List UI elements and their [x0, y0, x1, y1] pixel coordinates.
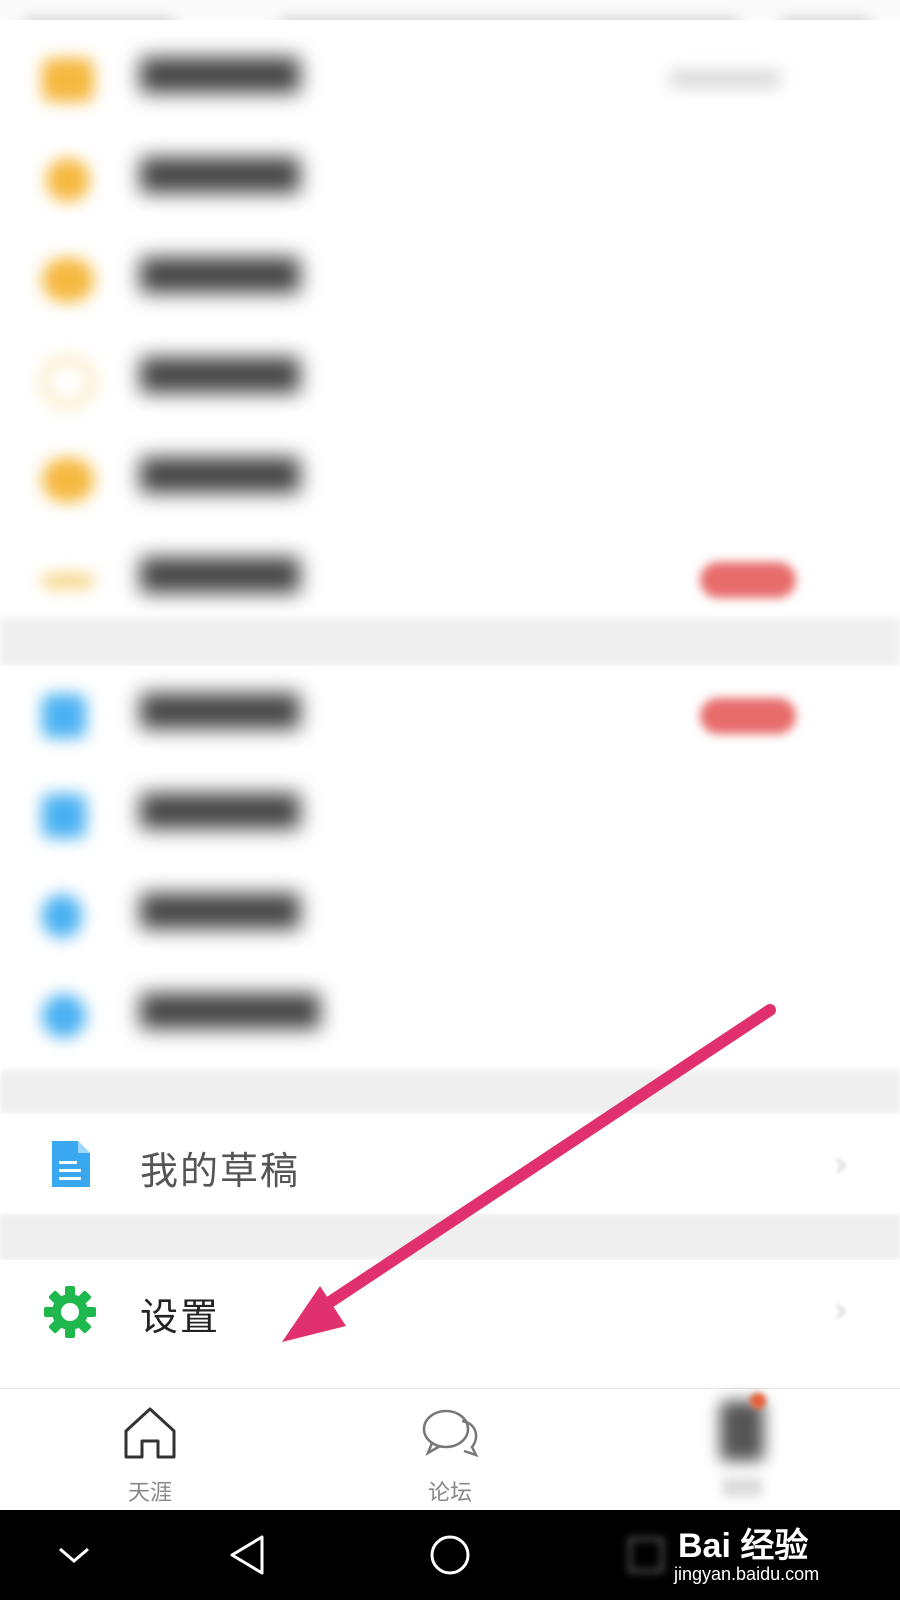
menu-icon	[42, 258, 94, 302]
menu-label	[140, 993, 320, 1029]
baidu-jingyan-watermark: Bai 经验 jingyan.baidu.com	[670, 1512, 870, 1592]
menu-item-blurred-8[interactable]	[0, 766, 900, 866]
tab-forum[interactable]: 论坛	[300, 1389, 600, 1511]
watermark-url: jingyan.baidu.com	[674, 1564, 820, 1584]
menu-label	[140, 457, 300, 493]
menu-item-blurred-2[interactable]	[0, 130, 900, 230]
notification-dot	[750, 1393, 766, 1409]
menu-label	[140, 893, 300, 929]
menu-section-4: 设置 ›	[0, 1260, 900, 1360]
home-circle-icon[interactable]	[420, 1528, 480, 1582]
menu-item-blurred-1[interactable]	[0, 30, 900, 130]
chevron-right-icon: ›	[833, 1290, 848, 1331]
menu-section-1	[0, 20, 900, 610]
menu-icon	[46, 158, 90, 202]
watermark-brand: Bai 经验	[678, 1527, 809, 1565]
tab-tianya[interactable]: 天涯	[0, 1389, 300, 1511]
tab-label: 论坛	[427, 1481, 472, 1506]
menu-icon	[42, 58, 94, 102]
menu-item-blurred-6[interactable]	[0, 530, 900, 630]
menu-value	[670, 70, 780, 88]
menu-icon	[42, 894, 82, 938]
bottom-tab-bar: 天涯 论坛	[0, 1388, 900, 1511]
menu-icon	[42, 994, 86, 1038]
menu-label	[140, 557, 300, 593]
profile-avatar	[720, 1401, 764, 1461]
menu-item-blurred-10[interactable]	[0, 966, 900, 1066]
menu-label	[140, 157, 300, 193]
menu-label	[140, 257, 300, 293]
document-icon	[46, 1138, 94, 1190]
menu-item-my-drafts[interactable]: 我的草稿 ›	[0, 1114, 900, 1214]
section-divider	[0, 1070, 900, 1114]
menu-item-blurred-7[interactable]	[0, 666, 900, 766]
menu-icon	[42, 458, 94, 502]
section-divider	[0, 618, 900, 666]
tab-label: 天涯	[127, 1481, 172, 1506]
menu-section-3: 我的草稿 ›	[0, 1114, 900, 1214]
menu-item-blurred-3[interactable]	[0, 230, 900, 330]
gear-icon	[42, 1284, 98, 1340]
new-badge	[700, 562, 796, 598]
menu-item-blurred-9[interactable]	[0, 866, 900, 966]
menu-label	[140, 57, 300, 93]
menu-icon	[42, 694, 86, 738]
menu-label	[140, 357, 300, 393]
menu-icon	[42, 358, 94, 406]
home-icon	[118, 1403, 182, 1463]
menu-icon	[42, 794, 86, 838]
menu-item-settings[interactable]: 设置 ›	[0, 1260, 900, 1360]
menu-section-2	[0, 666, 900, 1066]
tab-profile[interactable]	[600, 1389, 900, 1511]
chevron-right-icon: ›	[833, 1144, 848, 1185]
chevron-down-icon[interactable]	[44, 1528, 104, 1582]
menu-label	[140, 693, 300, 729]
menu-label: 设置	[140, 1295, 221, 1339]
menu-label	[140, 793, 300, 829]
menu-item-blurred-5[interactable]	[0, 430, 900, 530]
menu-icon	[42, 574, 94, 588]
menu-item-blurred-4[interactable]	[0, 330, 900, 430]
menu-label: 我的草稿	[140, 1149, 301, 1193]
back-triangle-icon[interactable]	[218, 1528, 278, 1582]
tab-label	[722, 1477, 762, 1497]
recents-square-icon[interactable]	[616, 1528, 676, 1582]
new-badge	[700, 698, 796, 734]
chat-bubbles-icon	[418, 1403, 482, 1463]
section-divider	[0, 1214, 900, 1260]
